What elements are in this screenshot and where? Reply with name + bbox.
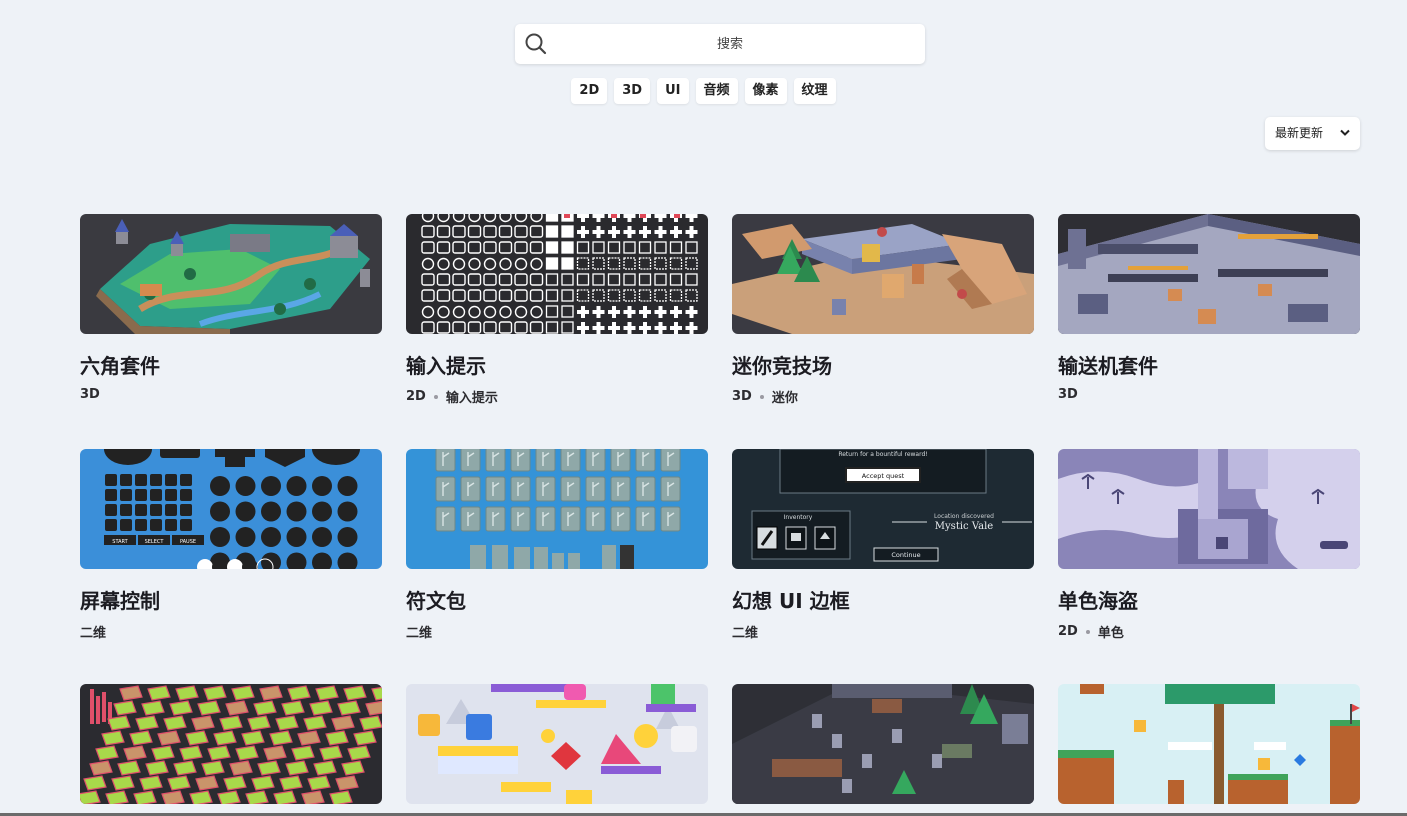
asset-tag: 二维 [406, 626, 433, 641]
asset-card-mini-arena[interactable]: 迷你竞技场 3D 迷你 [732, 214, 1034, 406]
asset-tags: 3D 迷你 [732, 387, 1034, 406]
asset-card-row3-1[interactable] [80, 684, 382, 816]
asset-card-row3-2[interactable] [406, 684, 708, 816]
asset-title: 幻想 UI 边框 [732, 589, 850, 613]
asset-tag: 3D [732, 389, 752, 404]
asset-card-rune-pack[interactable]: 符文包 二维 [406, 449, 708, 641]
asset-title: 六角套件 [80, 354, 160, 378]
asset-tags: 3D [1058, 387, 1360, 402]
asset-tags: 二维 [732, 622, 1034, 641]
ctrl-select-label: SELECT [145, 539, 165, 545]
asset-title: 单色海盗 [1058, 589, 1138, 613]
tag-separator [1085, 629, 1090, 634]
ui-continue-text: Continue [891, 551, 920, 559]
sort-label: 最新更新 [1275, 126, 1324, 140]
asset-tags: 2D 单色 [1058, 622, 1360, 641]
asset-card-mono-pirates[interactable]: 单色海盗 2D 单色 [1058, 449, 1360, 641]
asset-thumbnail [80, 214, 382, 334]
sort-dropdown[interactable]: 最新更新 [1265, 117, 1360, 150]
asset-title: 输入提示 [406, 354, 486, 378]
asset-thumbnail [406, 214, 708, 334]
asset-tag: 2D [1058, 624, 1078, 639]
asset-card-hexagon-kit[interactable]: 六角套件 3D [80, 214, 382, 402]
asset-thumbnail [732, 684, 1034, 804]
filter-tag-2d[interactable]: 2D [571, 78, 608, 104]
asset-title: 屏幕控制 [80, 589, 160, 613]
asset-tag: 3D [1058, 387, 1078, 402]
asset-thumbnail [732, 214, 1034, 334]
asset-thumbnail: Return for a bountiful reward! Accept qu… [732, 449, 1034, 569]
asset-tag: 输入提示 [445, 391, 498, 406]
search-input[interactable] [555, 24, 905, 64]
ctrl-pause-label: PAUSE [180, 539, 196, 545]
asset-title: 符文包 [406, 589, 466, 613]
asset-thumbnail: START SELECT PAUSE [80, 449, 382, 569]
asset-thumbnail [1058, 214, 1360, 334]
filter-tag-pixel[interactable]: 像素 [744, 78, 787, 104]
asset-tag: 二维 [732, 626, 759, 641]
asset-card-input-prompts[interactable]: 输入提示 2D 输入提示 [406, 214, 708, 406]
asset-thumbnail [406, 449, 708, 569]
asset-card-row3-3[interactable] [732, 684, 1034, 816]
asset-thumbnail [1058, 684, 1360, 804]
ui-location-text: Location discovered [934, 513, 994, 520]
filter-tag-3d[interactable]: 3D [614, 78, 651, 104]
asset-tag: 迷你 [771, 391, 798, 406]
asset-title: 输送机套件 [1058, 354, 1158, 378]
asset-tag: 3D [80, 387, 100, 402]
asset-card-row3-4[interactable] [1058, 684, 1360, 816]
ui-inventory-text: Inventory [784, 514, 813, 521]
search-bar[interactable] [515, 24, 925, 64]
tag-separator [433, 394, 438, 399]
filter-tag-audio[interactable]: 音频 [695, 78, 738, 104]
filter-tag-texture[interactable]: 纹理 [793, 78, 836, 104]
ui-accept-text: Accept quest [862, 472, 905, 480]
search-icon [525, 33, 547, 55]
ui-quest-text: Return for a bountiful reward! [838, 451, 927, 458]
asset-card-conveyor-kit[interactable]: 输送机套件 3D [1058, 214, 1360, 402]
filter-tag-ui[interactable]: UI [657, 78, 689, 104]
asset-card-fantasy-ui-borders[interactable]: Return for a bountiful reward! Accept qu… [732, 449, 1034, 641]
asset-tag: 2D [406, 389, 426, 404]
asset-tag: 二维 [80, 626, 107, 641]
asset-tags: 二维 [406, 622, 708, 641]
asset-card-screen-controls[interactable]: START SELECT PAUSE 屏幕控制 二维 [80, 449, 382, 641]
asset-tag: 单色 [1097, 626, 1124, 641]
asset-tags: 3D [80, 387, 382, 402]
filter-tags: 2D 3D UI 音频 像素 纹理 [0, 78, 1407, 104]
asset-thumbnail [1058, 449, 1360, 569]
chevron-down-icon [1340, 129, 1350, 136]
asset-thumbnail [406, 684, 708, 804]
asset-title: 迷你竞技场 [732, 354, 832, 378]
ui-place-text: Mystic Vale [935, 521, 993, 532]
tag-separator [759, 394, 764, 399]
asset-tags: 2D 输入提示 [406, 387, 708, 406]
asset-thumbnail [80, 684, 382, 804]
ctrl-start-label: START [112, 539, 128, 545]
asset-tags: 二维 [80, 622, 382, 641]
